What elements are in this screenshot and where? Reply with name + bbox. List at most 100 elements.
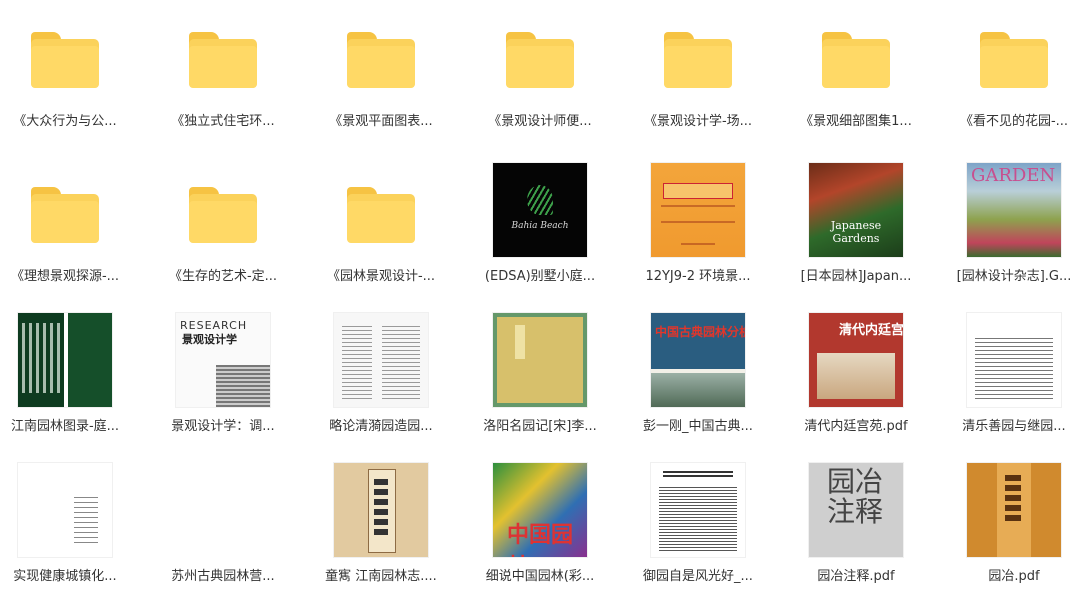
pdf-file-item-21[interactable]: 清乐善园与继园... (939, 310, 1080, 450)
file-name-label: 《看不见的花园-... (959, 114, 1069, 129)
document-preview-image: 园冶注释 (809, 463, 903, 557)
document-preview-image: 清代内廷宫苑 (809, 313, 903, 407)
pdf-thumbnail: 清代内廷宫苑 (781, 310, 931, 410)
pdf-thumbnail: 中国园林 (465, 460, 615, 560)
document-preview-image (18, 463, 112, 557)
file-name-label: 12YJ9-2 环境景... (645, 269, 751, 284)
folder-icon-shape (506, 32, 574, 88)
thumb-text: 中国古典园林分析 (655, 325, 745, 339)
folder-icon-shape (347, 187, 415, 243)
folder-item-3[interactable]: 《景观平面图表... (306, 5, 456, 145)
folder-icon (465, 5, 615, 105)
folder-icon-shape (31, 32, 99, 88)
file-name-label: (EDSA)别墅小庭... (484, 269, 596, 284)
pdf-file-item-22[interactable]: 实现健康城镇化... (0, 460, 140, 600)
folder-item-5[interactable]: 《景观设计学-场... (623, 5, 773, 145)
file-name-label: 洛阳名园记[宋]李... (483, 419, 597, 434)
pdf-thumbnail (148, 460, 298, 560)
document-preview-image (334, 313, 428, 407)
document-preview-image: 中国古典园林分析 (651, 313, 745, 407)
folder-icon (781, 5, 931, 105)
folder-icon (0, 160, 140, 260)
document-preview-image: Bahia Beach (493, 163, 587, 257)
document-preview-image (18, 313, 112, 407)
pdf-thumbnail (0, 460, 140, 560)
document-preview-image: RESEARCH 景观设计学 (176, 313, 270, 407)
file-name-label: 园冶注释.pdf (817, 569, 895, 584)
pdf-thumbnail (939, 310, 1080, 410)
file-name-label: 彭一刚_中国古典... (643, 419, 753, 434)
file-grid: 《大众行为与公... 《独立式住宅环... 《景观平面图表... 《景观设计师便...… (0, 0, 1080, 595)
folder-icon-shape (31, 187, 99, 243)
folder-item-6[interactable]: 《景观细部图集1... (781, 5, 931, 145)
pdf-file-item-13[interactable]: Japanese Gardens [日本园林]Japan... (781, 160, 931, 300)
pdf-thumbnail: Bahia Beach (465, 160, 615, 260)
pdf-file-item-25[interactable]: 中国园林细说中国园林(彩... (465, 460, 615, 600)
file-name-label: 略论清漪园造园... (329, 419, 433, 434)
pdf-thumbnail (306, 460, 456, 560)
pdf-file-item-23[interactable]: 苏州古典园林营... (148, 460, 298, 600)
document-preview-image (651, 163, 745, 257)
folder-item-10[interactable]: 《园林景观设计-... (306, 160, 456, 300)
file-name-label: 《理想景观探源-... (10, 269, 120, 284)
thumb-text: 中国园林 (507, 522, 574, 557)
file-name-label: 《生存的艺术-定... (168, 269, 278, 284)
folder-icon-shape (189, 32, 257, 88)
pdf-file-item-26[interactable]: 御园自是风光好_... (623, 460, 773, 600)
pdf-file-item-18[interactable]: 洛阳名园记[宋]李... (465, 310, 615, 450)
pdf-file-item-16[interactable]: RESEARCH 景观设计学景观设计学：调... (148, 310, 298, 450)
document-preview-image: 中国园林 (493, 463, 587, 557)
pdf-file-item-20[interactable]: 清代内廷宫苑清代内廷宫苑.pdf (781, 310, 931, 450)
folder-icon (148, 160, 298, 260)
pdf-file-item-19[interactable]: 中国古典园林分析 彭一刚_中国古典... (623, 310, 773, 450)
document-preview-image (334, 463, 428, 557)
file-name-label: 《景观平面图表... (329, 114, 433, 129)
file-name-label: [日本园林]Japan... (800, 269, 912, 284)
pdf-thumbnail (623, 460, 773, 560)
folder-icon-shape (347, 32, 415, 88)
file-name-label: 清代内廷宫苑.pdf (804, 419, 908, 434)
pdf-thumbnail: RESEARCH 景观设计学 (148, 310, 298, 410)
pdf-file-item-14[interactable]: GARDEN [园林设计杂志].G... (939, 160, 1080, 300)
document-preview-image: GARDEN (967, 163, 1061, 257)
folder-icon (939, 5, 1080, 105)
document-preview-image (493, 313, 587, 407)
folder-icon (306, 5, 456, 105)
file-name-label: 《园林景观设计-... (326, 269, 436, 284)
folder-item-9[interactable]: 《生存的艺术-定... (148, 160, 298, 300)
pdf-file-item-27[interactable]: 园冶注释园冶注释.pdf (781, 460, 931, 600)
file-name-label: 细说中国园林(彩... (485, 569, 595, 584)
file-name-label: 御园自是风光好_... (643, 569, 753, 584)
folder-icon (148, 5, 298, 105)
pdf-file-item-15[interactable]: 江南园林图录-庭... (0, 310, 140, 450)
file-name-label: [园林设计杂志].G... (956, 269, 1072, 284)
file-name-label: 景观设计学：调... (171, 419, 275, 434)
pdf-thumbnail: Japanese Gardens (781, 160, 931, 260)
pdf-thumbnail: 中国古典园林分析 (623, 310, 773, 410)
document-preview-image: Japanese Gardens (809, 163, 903, 257)
file-name-label: 江南园林图录-庭... (10, 419, 120, 434)
folder-icon-shape (189, 187, 257, 243)
folder-icon-shape (822, 32, 890, 88)
folder-item-7[interactable]: 《看不见的花园-... (939, 5, 1080, 145)
pdf-file-item-12[interactable]: 12YJ9-2 环境景... (623, 160, 773, 300)
thumb-text: Bahia Beach (511, 221, 569, 231)
thumb-text: Japanese Gardens (830, 219, 882, 245)
pdf-file-item-17[interactable]: 略论清漪园造园... (306, 310, 456, 450)
document-preview-image (967, 313, 1061, 407)
folder-item-2[interactable]: 《独立式住宅环... (148, 5, 298, 145)
folder-item-4[interactable]: 《景观设计师便... (465, 5, 615, 145)
pdf-file-item-24[interactable]: 童寯 江南园林志.... (306, 460, 456, 600)
folder-icon (306, 160, 456, 260)
folder-item-8[interactable]: 《理想景观探源-... (0, 160, 140, 300)
thumb-text: GARDEN (971, 165, 1056, 186)
thumb-text: 清代内廷宫苑 (839, 323, 903, 338)
pdf-file-item-11[interactable]: Bahia Beach (EDSA)别墅小庭... (465, 160, 615, 300)
folder-item-1[interactable]: 《大众行为与公... (0, 5, 140, 145)
folder-icon (0, 5, 140, 105)
pdf-thumbnail (939, 460, 1080, 560)
pdf-thumbnail (623, 160, 773, 260)
pdf-file-item-28[interactable]: 园冶.pdf (939, 460, 1080, 600)
file-name-label: 《大众行为与公... (13, 114, 117, 129)
pdf-thumbnail (0, 310, 140, 410)
